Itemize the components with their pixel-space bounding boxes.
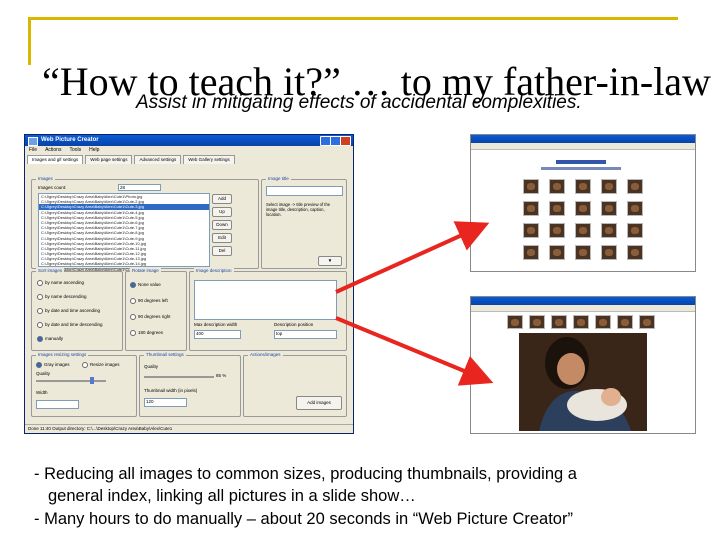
bullet-2: - Many hours to do manually – about 20 s… bbox=[34, 509, 573, 528]
arrows-overlay bbox=[335, 221, 494, 386]
bullet-1: - Reducing all images to common sizes, p… bbox=[34, 465, 577, 483]
arrow-to-index bbox=[335, 221, 490, 294]
bullet-1-continued: general index, linking all pictures in a… bbox=[48, 487, 416, 506]
bullet-list: - Reducing all images to common sizes, p… bbox=[34, 463, 694, 530]
arrow-to-slideshow bbox=[335, 316, 494, 386]
